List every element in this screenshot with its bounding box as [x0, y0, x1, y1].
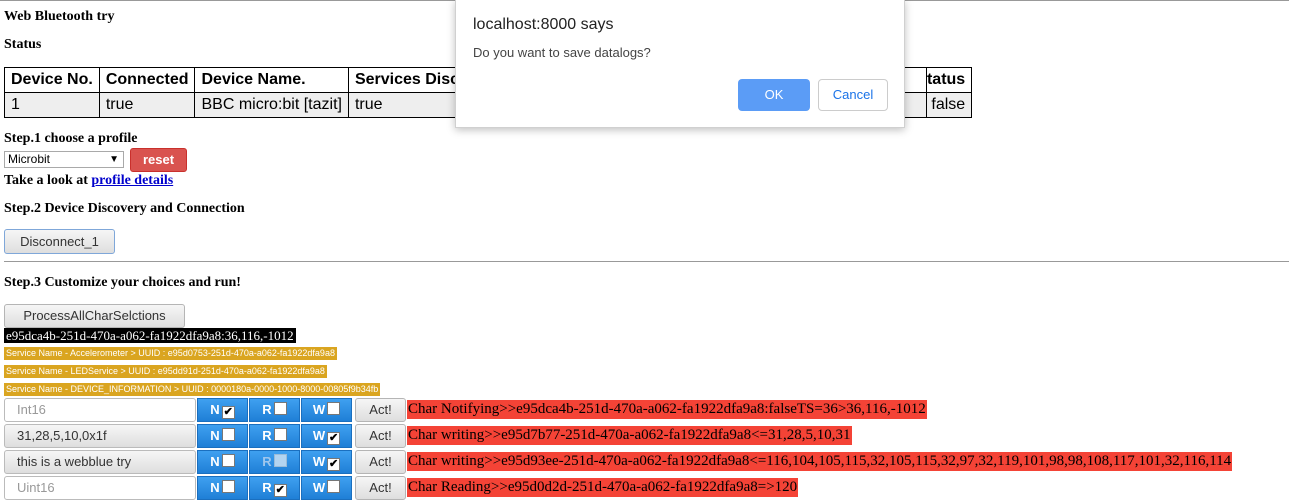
page-title: Web Bluetooth try — [4, 9, 115, 24]
act-button[interactable]: Act! — [355, 424, 406, 448]
notify-checkbox[interactable]: ✔ — [221, 406, 235, 419]
profile-select[interactable]: Microbit ▼ — [4, 151, 124, 168]
step2-heading: Step.2 Device Discovery and Connection — [4, 201, 245, 216]
notify-toggle[interactable]: N ✔ — [197, 398, 248, 422]
step1-heading: Step.1 choose a profile — [4, 131, 138, 146]
read-checkbox — [273, 454, 287, 467]
cancel-button[interactable]: Cancel — [818, 79, 888, 111]
write-toggle[interactable]: W ✔ — [301, 424, 352, 448]
reset-button[interactable]: reset — [130, 148, 187, 172]
look-prefix: Take a look at — [4, 173, 88, 188]
act-button[interactable]: Act! — [355, 398, 406, 422]
notify-value-line: e95dca4b-251d-470a-a062-fa1922dfa9a8:36,… — [4, 328, 296, 343]
char-row-led-matrix: 31,28,5,10,0x1f N R W ✔ Act! Char writing… — [0, 424, 1289, 448]
char-value-input[interactable]: 31,28,5,10,0x1f — [4, 424, 196, 448]
ok-button[interactable]: OK — [738, 79, 810, 111]
profile-select-value: Microbit — [8, 152, 51, 166]
dialog-message: Do you want to save datalogs? — [473, 45, 651, 60]
disconnect-button[interactable]: Disconnect_1 — [4, 229, 115, 254]
write-checkbox[interactable]: ✔ — [327, 458, 341, 471]
char-value-input[interactable]: Uint16 — [4, 476, 196, 500]
cell-device-no: 1 — [4, 92, 100, 118]
write-toggle[interactable]: W — [301, 398, 352, 422]
write-label: W — [312, 454, 326, 469]
act-button[interactable]: Act! — [355, 476, 406, 500]
act-button[interactable]: Act! — [355, 450, 406, 474]
char-value-input[interactable]: this is a webblue try — [4, 450, 196, 474]
write-checkbox[interactable] — [327, 402, 341, 415]
service-item-accelerometer: Service Name - Accelerometer > UUID : e9… — [4, 347, 337, 360]
read-toggle[interactable]: R — [249, 424, 300, 448]
col-device-no: Device No. — [4, 67, 100, 93]
write-toggle[interactable]: W — [301, 476, 352, 500]
cell-connected: true — [98, 92, 196, 118]
col-status: tatus — [925, 67, 973, 93]
notify-label: N — [210, 480, 220, 495]
section-divider — [4, 261, 1289, 262]
service-item-device-information: Service Name - DEVICE_INFORMATION > UUID… — [4, 383, 381, 396]
char-message: Char Notifying>>e95dca4b-251d-470a-a062-… — [407, 400, 927, 419]
notify-checkbox[interactable] — [221, 428, 235, 441]
write-label: W — [312, 428, 326, 443]
notify-checkbox[interactable] — [221, 454, 235, 467]
read-label: R — [262, 480, 272, 495]
read-checkbox[interactable] — [273, 402, 287, 415]
write-label: W — [312, 480, 326, 495]
process-all-button[interactable]: ProcessAllCharSelctions — [4, 304, 185, 328]
char-message: Char writing>>e95d93ee-251d-470a-a062-fa… — [407, 452, 1233, 471]
notify-toggle[interactable]: N — [197, 476, 248, 500]
service-item-ledservice: Service Name - LEDService > UUID : e95dd… — [4, 365, 327, 378]
col-connected: Connected — [98, 67, 196, 93]
notify-toggle[interactable]: N — [197, 424, 248, 448]
notify-toggle[interactable]: N — [197, 450, 248, 474]
profile-details-line: Take a look at profile details — [4, 173, 173, 189]
write-checkbox[interactable]: ✔ — [327, 432, 341, 445]
dialog-title: localhost:8000 says — [473, 16, 614, 33]
write-label: W — [312, 402, 326, 417]
char-row-int16: Int16 N ✔ R W Act! Char Notifying>>e95dca… — [0, 398, 1289, 422]
char-message: Char Reading>>e95d0d2d-251d-470a-a062-fa… — [407, 478, 799, 497]
cell-status: false — [925, 92, 973, 118]
read-label: R — [262, 454, 272, 469]
char-value-input[interactable]: Int16 — [4, 398, 196, 422]
read-toggle: R — [249, 450, 300, 474]
notify-label: N — [210, 454, 220, 469]
char-row-uint16: Uint16 N R ✔ W Act! Char Reading>>e95d0d2… — [0, 476, 1289, 500]
profile-details-link[interactable]: profile details — [91, 173, 173, 188]
notify-checkbox[interactable] — [221, 480, 235, 493]
char-message: Char writing>>e95d7b77-251d-470a-a062-fa… — [407, 426, 852, 445]
read-toggle[interactable]: R ✔ — [249, 476, 300, 500]
read-checkbox[interactable]: ✔ — [273, 484, 287, 497]
write-toggle[interactable]: W ✔ — [301, 450, 352, 474]
char-row-led-text: this is a webblue try N R W ✔ Act! Char w… — [0, 450, 1289, 474]
notify-label: N — [210, 402, 220, 417]
confirm-dialog: localhost:8000 says Do you want to save … — [455, 0, 905, 128]
write-checkbox[interactable] — [327, 480, 341, 493]
col-device-name: Device Name. — [194, 67, 349, 93]
read-label: R — [262, 402, 272, 417]
notify-label: N — [210, 428, 220, 443]
cell-device-name: BBC micro:bit [tazit] — [194, 92, 349, 118]
step3-heading: Step.3 Customize your choices and run! — [4, 275, 241, 290]
status-heading: Status — [4, 37, 42, 52]
read-checkbox[interactable] — [273, 428, 287, 441]
chevron-down-icon: ▼ — [109, 154, 119, 165]
read-toggle[interactable]: R — [249, 398, 300, 422]
read-label: R — [262, 428, 272, 443]
